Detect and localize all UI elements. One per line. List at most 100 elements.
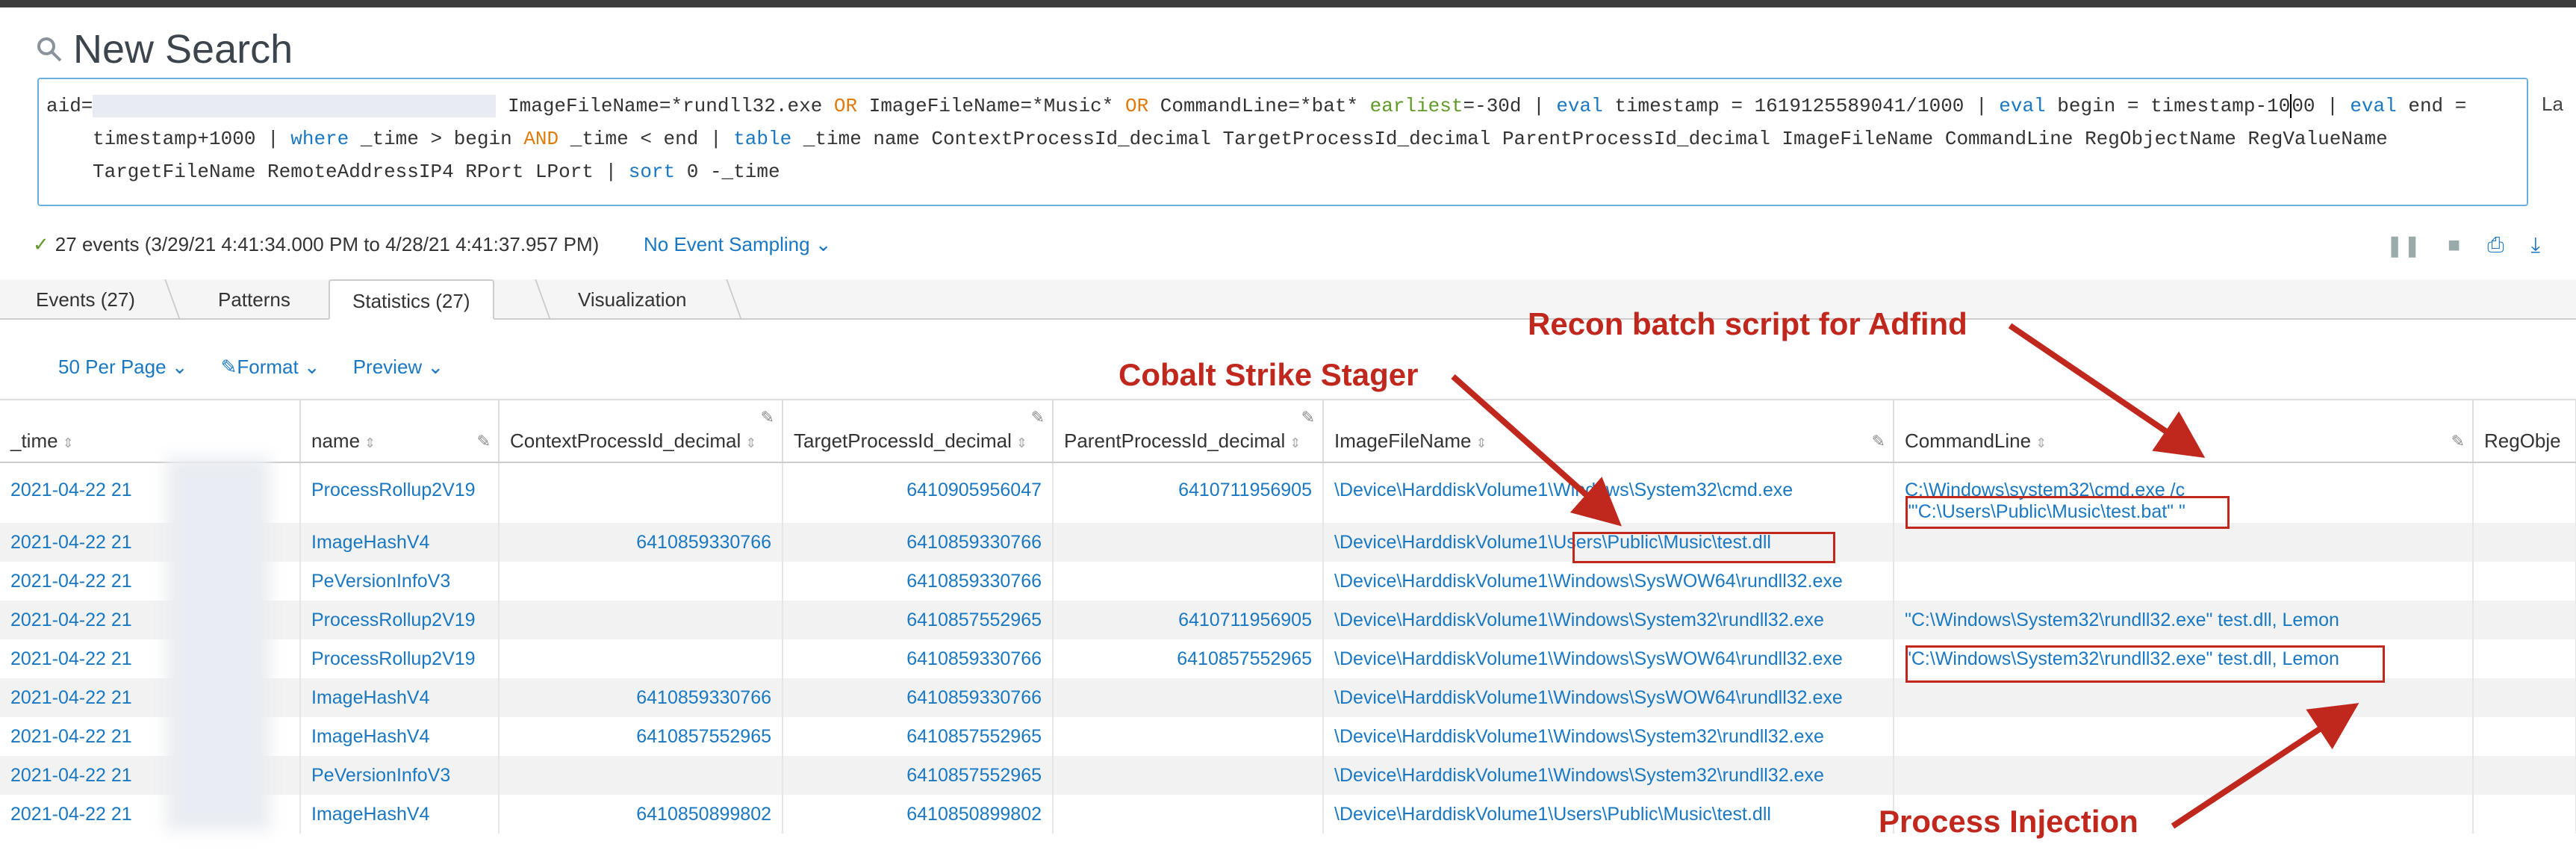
cell-context-pid[interactable]: 6410857552965 — [499, 717, 783, 756]
cell-regobject — [2473, 562, 2576, 601]
cell-command-line[interactable] — [1894, 756, 2474, 795]
cell-image-file[interactable]: \Device\HarddiskVolume1\Windows\SysWOW64… — [1323, 678, 1894, 717]
cell-parent-pid[interactable]: 6410711956905 — [1053, 601, 1324, 639]
cell-name[interactable]: PeVersionInfoV3 — [300, 756, 500, 795]
query-text: end = — [2396, 95, 2467, 117]
column-header-time[interactable]: _time ⇕ — [0, 399, 301, 463]
cell-target-pid[interactable]: 6410857552965 — [783, 601, 1054, 639]
cell-context-pid[interactable]: 6410859330766 — [499, 678, 783, 717]
cell-regobject — [2473, 678, 2576, 717]
cell-name[interactable]: ImageHashV4 — [300, 717, 500, 756]
cell-target-pid[interactable]: 6410857552965 — [783, 756, 1054, 795]
cell-context-pid[interactable] — [499, 462, 783, 523]
cell-context-pid[interactable]: 6410859330766 — [499, 523, 783, 562]
cell-image-file[interactable]: \Device\HarddiskVolume1\Windows\SysWOW64… — [1323, 562, 1894, 601]
column-header-target-pid[interactable]: TargetProcessId_decimal ⇕ ✎ — [783, 399, 1054, 463]
query-text: begin = timestamp-10 — [2045, 95, 2291, 117]
cell-command-line[interactable] — [1894, 717, 2474, 756]
cell-parent-pid[interactable] — [1053, 562, 1324, 601]
time-range-picker-label[interactable]: La — [2542, 93, 2563, 116]
cell-parent-pid[interactable] — [1053, 717, 1324, 756]
cell-name[interactable]: ImageHashV4 — [300, 523, 500, 562]
column-header-regobject[interactable]: RegObje — [2473, 399, 2576, 463]
sort-icon[interactable]: ⇕ — [745, 435, 756, 450]
cell-parent-pid[interactable] — [1053, 795, 1324, 834]
query-keyword: OR — [1124, 95, 1149, 117]
cell-image-file[interactable]: \Device\HarddiskVolume1\Windows\System32… — [1323, 756, 1894, 795]
sort-icon[interactable]: ⇕ — [1016, 435, 1027, 450]
query-text: aid= — [46, 95, 93, 117]
export-icon[interactable]: ⤓ — [2531, 233, 2540, 258]
cell-target-pid[interactable]: 6410850899802 — [783, 795, 1054, 834]
cell-command-line[interactable] — [1894, 562, 2474, 601]
table-row: 2021-04-22 21 PeVersionInfoV3 641085933076… — [0, 562, 2576, 601]
cell-context-pid[interactable] — [499, 756, 783, 795]
cell-parent-pid[interactable]: 6410711956905 — [1053, 462, 1324, 523]
cell-context-pid[interactable] — [499, 562, 783, 601]
query-command: eval — [1999, 95, 2046, 117]
tab-divider — [164, 279, 181, 320]
cell-image-file[interactable]: \Device\HarddiskVolume1\Users\Public\Mus… — [1323, 795, 1894, 834]
cell-image-file[interactable]: \Device\HarddiskVolume1\Windows\SysWOW64… — [1323, 639, 1894, 678]
tab-visualization[interactable]: Visualization — [556, 279, 709, 320]
column-header-context-pid[interactable]: ContextProcessId_decimal ⇕ ✎ — [499, 399, 783, 463]
column-header-image-file[interactable]: ImageFileName ⇕ ✎ — [1323, 399, 1894, 463]
cell-context-pid[interactable] — [499, 601, 783, 639]
cell-name[interactable]: ProcessRollup2V19 — [300, 639, 500, 678]
edit-icon[interactable]: ✎ — [1872, 432, 1885, 451]
edit-icon[interactable]: ✎ — [1301, 408, 1315, 427]
cell-regobject — [2473, 756, 2576, 795]
cell-context-pid[interactable]: 6410850899802 — [499, 795, 783, 834]
tab-patterns[interactable]: Patterns — [196, 279, 313, 320]
stop-icon[interactable]: ■ — [2448, 233, 2460, 258]
cell-name[interactable]: ImageHashV4 — [300, 795, 500, 834]
cell-target-pid[interactable]: 6410905956047 — [783, 462, 1054, 523]
column-header-name[interactable]: name ⇕ ✎ — [300, 399, 500, 463]
cell-name[interactable]: PeVersionInfoV3 — [300, 562, 500, 601]
edit-icon[interactable]: ✎ — [1031, 408, 1045, 427]
sort-icon[interactable]: ⇕ — [1289, 435, 1301, 450]
cell-name[interactable]: ImageHashV4 — [300, 678, 500, 717]
cell-parent-pid[interactable]: 6410857552965 — [1053, 639, 1324, 678]
cell-command-line[interactable]: "C:\Windows\System32\rundll32.exe" test.… — [1894, 601, 2474, 639]
annotation-injection: Process Injection — [1879, 804, 2138, 839]
event-sampling-dropdown[interactable]: No Event Sampling ⌄ — [644, 233, 832, 256]
cell-name[interactable]: ProcessRollup2V19 — [300, 462, 500, 523]
cell-parent-pid[interactable] — [1053, 523, 1324, 562]
edit-icon[interactable]: ✎ — [2451, 432, 2465, 451]
search-query-input[interactable]: aid= ImageFileName=*rundll32.exe OR Imag… — [37, 78, 2528, 206]
cell-parent-pid[interactable] — [1053, 678, 1324, 717]
sort-icon[interactable]: ⇕ — [2035, 435, 2047, 450]
cell-image-file[interactable]: \Device\HarddiskVolume1\Windows\System32… — [1323, 601, 1894, 639]
cell-parent-pid[interactable] — [1053, 756, 1324, 795]
cell-name[interactable]: ProcessRollup2V19 — [300, 601, 500, 639]
print-icon[interactable]: ⎙ — [2487, 233, 2504, 258]
page-header: New Search — [36, 22, 293, 76]
edit-icon[interactable]: ✎ — [761, 408, 774, 427]
cell-target-pid[interactable]: 6410859330766 — [783, 639, 1054, 678]
cell-context-pid[interactable] — [499, 639, 783, 678]
cell-target-pid[interactable]: 6410859330766 — [783, 678, 1054, 717]
redacted-aid — [93, 95, 497, 118]
column-header-command-line[interactable]: CommandLine ⇕ ✎ — [1894, 399, 2474, 463]
pause-icon[interactable]: ❚❚ — [2386, 233, 2421, 258]
sort-icon[interactable]: ⇕ — [364, 435, 376, 450]
tab-events[interactable]: Events (27) — [13, 279, 158, 320]
cell-target-pid[interactable]: 6410859330766 — [783, 562, 1054, 601]
sort-icon[interactable]: ⇕ — [63, 435, 74, 450]
query-text: _time > begin — [349, 128, 524, 150]
cell-image-file[interactable]: \Device\HarddiskVolume1\Windows\System32… — [1323, 462, 1894, 523]
tab-statistics[interactable]: Statistics (27) — [329, 279, 494, 320]
format-dropdown[interactable]: ✎Format ⌄ — [221, 356, 320, 379]
column-header-parent-pid[interactable]: ParentProcessId_decimal ⇕ ✎ — [1053, 399, 1324, 463]
cell-target-pid[interactable]: 6410857552965 — [783, 717, 1054, 756]
cell-target-pid[interactable]: 6410859330766 — [783, 523, 1054, 562]
cell-regobject — [2473, 717, 2576, 756]
query-keyword: OR — [833, 95, 858, 117]
cell-image-file[interactable]: \Device\HarddiskVolume1\Windows\System32… — [1323, 717, 1894, 756]
per-page-dropdown[interactable]: 50 Per Page ⌄ — [58, 356, 188, 379]
edit-icon[interactable]: ✎ — [477, 432, 491, 451]
cell-command-line[interactable] — [1894, 678, 2474, 717]
preview-dropdown[interactable]: Preview ⌄ — [353, 356, 444, 379]
sort-icon[interactable]: ⇕ — [1476, 435, 1487, 450]
